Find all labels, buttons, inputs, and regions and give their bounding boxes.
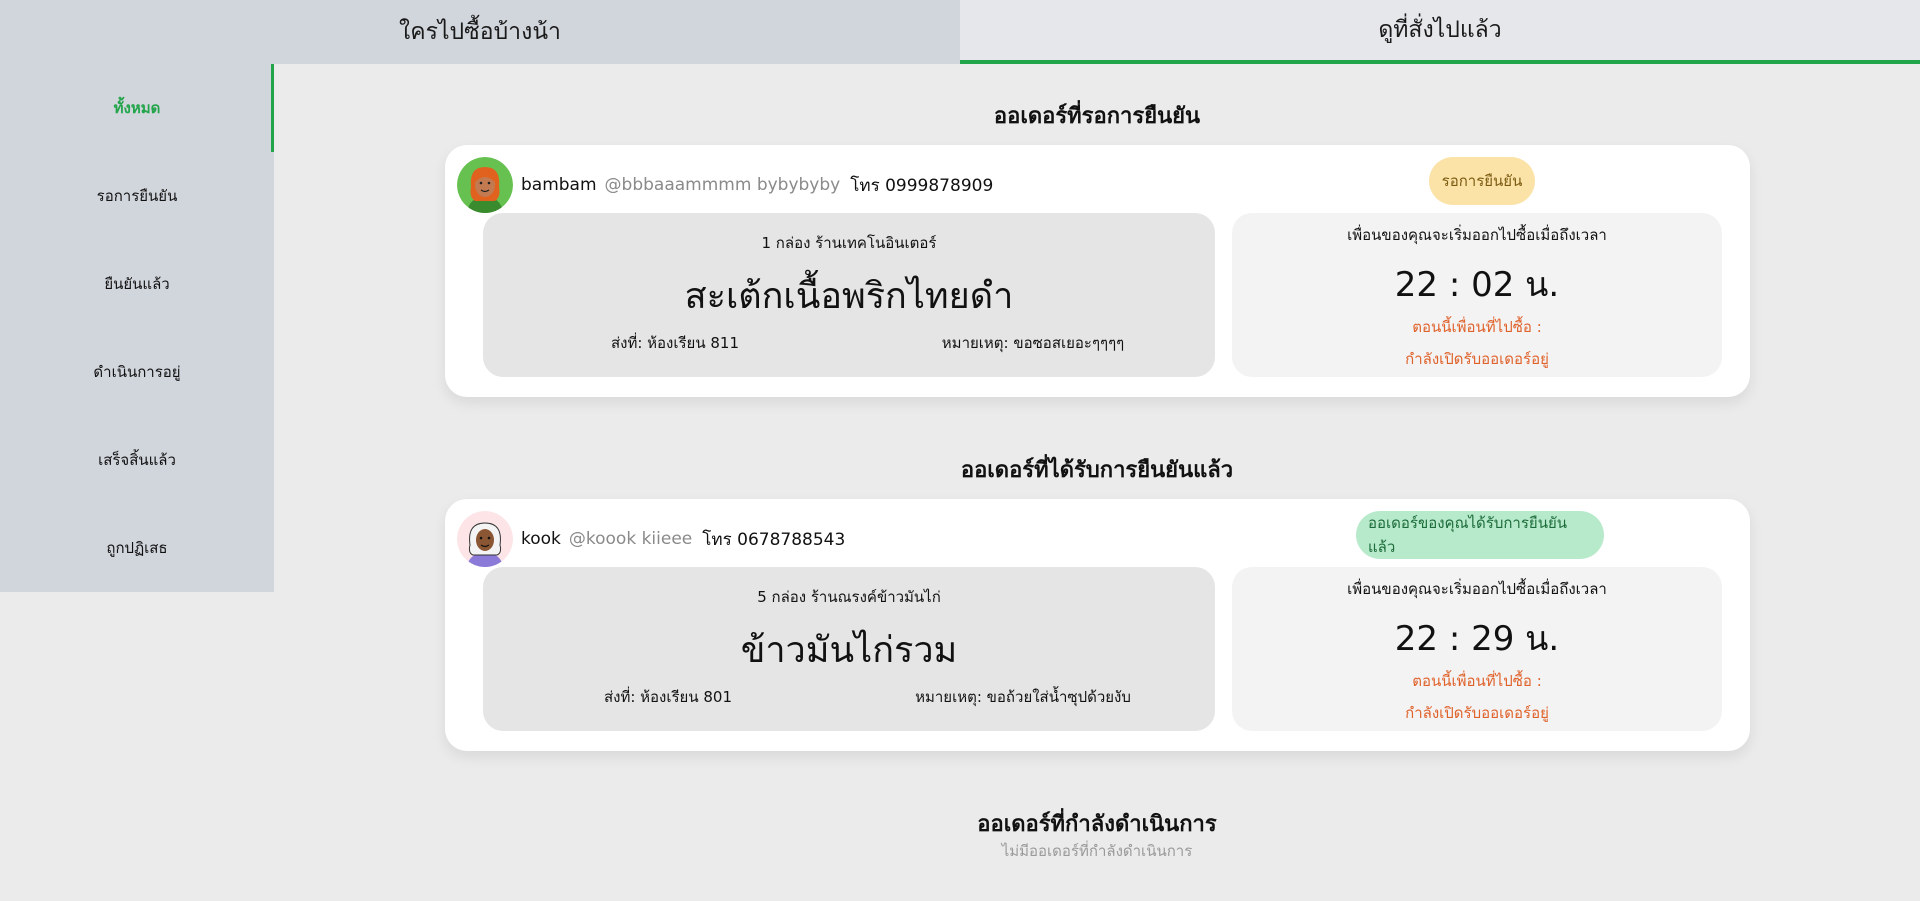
buyer-label: ตอนนี้เพื่อนที่ไปซื้อ :: [1412, 318, 1542, 336]
order-item-name: สะเต้กเนื้อพริกไทยดำ: [684, 276, 1014, 317]
user-handle: @koook kiieee: [568, 529, 693, 549]
order-shop-line: 1 กล่อง ร้านเทคโนอินเตอร์: [761, 234, 937, 252]
sidebar-item-pending[interactable]: รอการยืนยัน: [0, 152, 274, 240]
sidebar-item-in-progress[interactable]: ดำเนินการอยู่: [0, 328, 274, 416]
time-label: เพื่อนของคุณจะเริ่มออกไปซื้อเมื่อถึงเวลา: [1347, 580, 1607, 598]
sidebar: ทั้งหมด รอการยืนยัน ยืนยันแล้ว ดำเนินการ…: [0, 64, 274, 592]
order-card: bambam @bbbaaammmm bybybyby โทร 09998789…: [445, 145, 1750, 397]
buyer-status: กำลังเปิดรับออเดอร์อยู่: [1405, 704, 1549, 722]
in-progress-empty-text: ไม่มีออเดอร์ที่กำลังดำเนินการ: [1001, 842, 1193, 860]
user-handle: @bbbaaammmm bybybyby: [604, 175, 841, 195]
order-card: kook @koook kiieee โทร 0678788543 ออเดอร…: [445, 499, 1750, 751]
phone-number: โทร 0678788543: [702, 529, 846, 550]
order-note: หมายเหตุ: ขอถ้วยใส่น้ำซุปด้วยงับ: [915, 688, 1131, 706]
confirmed-section-title: ออเดอร์ที่ได้รับการยืนยันแล้ว: [960, 458, 1234, 483]
status-badge: ออเดอร์ของคุณได้รับการยืนยันแล้ว: [1356, 511, 1604, 559]
phone-number: โทร 0999878909: [850, 175, 994, 196]
departure-time: 22 : 29 น.: [1394, 619, 1560, 659]
time-label: เพื่อนของคุณจะเริ่มออกไปซื้อเมื่อถึงเวลา: [1347, 226, 1607, 244]
username: bambam: [521, 175, 597, 195]
time-details: เพื่อนของคุณจะเริ่มออกไปซื้อเมื่อถึงเวลา…: [1232, 213, 1722, 377]
in-progress-section-title: ออเดอร์ที่กำลังดำเนินการ: [977, 812, 1217, 837]
order-note: หมายเหตุ: ขอซอสเยอะๆๆๆๆ: [941, 334, 1125, 352]
tab-who-is-buying[interactable]: ใครไปซื้อบ้างน้า: [0, 0, 960, 64]
top-tabs: ใครไปซื้อบ้างน้า ดูที่สั่งไปแล้ว: [0, 0, 1920, 64]
avatar: [457, 157, 513, 213]
sidebar-item-completed[interactable]: เสร็จสิ้นแล้ว: [0, 416, 274, 504]
order-item-name: ข้าวมันไก่รวม: [740, 630, 958, 671]
order-card-header: bambam @bbbaaammmm bybybyby โทร 09998789…: [457, 157, 993, 213]
avatar: [457, 511, 513, 567]
tab-my-orders[interactable]: ดูที่สั่งไปแล้ว: [960, 0, 1920, 64]
buyer-label: ตอนนี้เพื่อนที่ไปซื้อ :: [1412, 672, 1542, 690]
departure-time: 22 : 02 น.: [1394, 265, 1560, 305]
order-details: 5 กล่อง ร้านณรงค์ข้าวมันไก่ ข้าวมันไก่รว…: [483, 567, 1215, 731]
sidebar-item-all[interactable]: ทั้งหมด: [0, 64, 274, 152]
order-card-header: kook @koook kiieee โทร 0678788543: [457, 511, 845, 567]
order-details: 1 กล่อง ร้านเทคโนอินเตอร์ สะเต้กเนื้อพริ…: [483, 213, 1215, 377]
pending-section-title: ออเดอร์ที่รอการยืนยัน: [993, 104, 1201, 129]
order-destination: ส่งที่: ห้องเรียน 811: [610, 334, 740, 352]
order-destination: ส่งที่: ห้องเรียน 801: [603, 688, 733, 706]
status-badge: รอการยืนยัน: [1429, 157, 1535, 205]
username: kook: [521, 529, 561, 549]
sidebar-item-confirmed[interactable]: ยืนยันแล้ว: [0, 240, 274, 328]
sidebar-item-rejected[interactable]: ถูกปฏิเสธ: [0, 504, 274, 592]
order-shop-line: 5 กล่อง ร้านณรงค์ข้าวมันไก่: [757, 588, 941, 606]
buyer-status: กำลังเปิดรับออเดอร์อยู่: [1405, 350, 1549, 368]
time-details: เพื่อนของคุณจะเริ่มออกไปซื้อเมื่อถึงเวลา…: [1232, 567, 1722, 731]
